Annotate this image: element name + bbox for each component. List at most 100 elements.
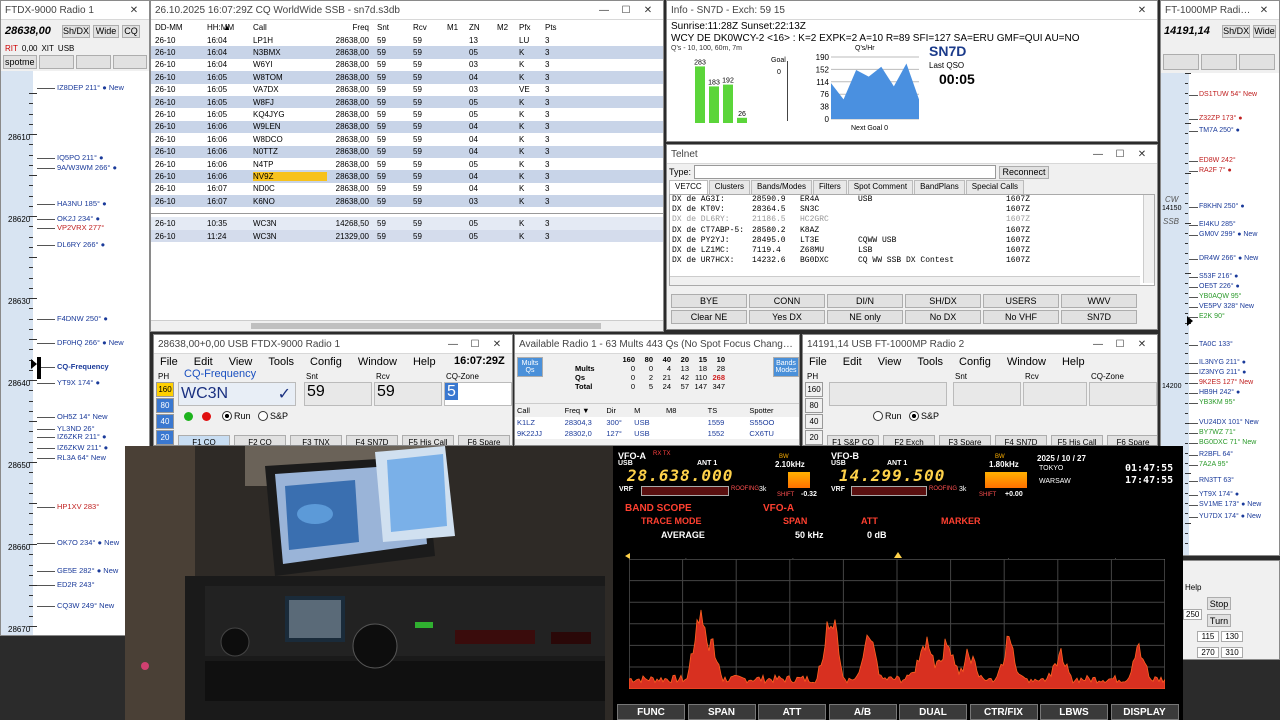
telnet-tab-bandplans[interactable]: BandPlans [914, 180, 965, 194]
bandmap-spot[interactable]: YT9X 174° ● [1199, 491, 1239, 498]
log-row[interactable]: 26-10 16:05 W8FJ 28638,00 59 59 05 K 3 [151, 95, 663, 109]
mults-spot-list[interactable]: K1LZ 28304,3 300° USB 1559 S55OO 9K22JJ 28302,0… [515, 417, 799, 439]
minimize-icon[interactable]: — [1087, 339, 1109, 350]
mults-spot-col-header[interactable]: Freq ▼ [563, 406, 605, 415]
bandmap-spot[interactable]: YB3KM 95° [1199, 399, 1235, 406]
mults-spot-col-header[interactable]: M [632, 406, 664, 415]
bandmap-spot[interactable]: YT9X 174° ● [57, 378, 100, 387]
telnet-button-sh-dx[interactable]: SH/DX [905, 294, 981, 308]
menu-tools[interactable]: Tools [268, 356, 294, 368]
run-radio[interactable]: Run [222, 411, 251, 421]
bandmap-spot[interactable]: DF0HQ 266° ● New [57, 338, 124, 347]
spotme-button[interactable]: spotme [3, 55, 37, 69]
call-input[interactable] [829, 382, 947, 406]
telnet-button-bye[interactable]: BYE [671, 294, 747, 308]
softkey-dual[interactable]: DUAL [899, 704, 967, 720]
bandmap-spot[interactable]: VU24DX 101° New [1199, 419, 1259, 426]
softkey-ctr-fix[interactable]: CTR/FIX [969, 704, 1038, 720]
telnet-button-clear-ne[interactable]: Clear NE [671, 310, 747, 324]
telnet-button-wwv[interactable]: WWV [1061, 294, 1137, 308]
fkey-button-3[interactable]: F3 Spare [939, 435, 991, 445]
close-icon[interactable]: ✕ [1131, 339, 1153, 350]
log-row[interactable]: 26-10 16:05 KQ4JYG 28638,00 59 59 05 K 3 [151, 108, 663, 121]
cq-button[interactable]: CQ [122, 24, 140, 38]
bandmap-spot[interactable]: OK2J 234° ● [57, 214, 100, 223]
log-row[interactable]: 26-10 16:07 K6NO 28638,00 59 59 03 K 3 [151, 195, 663, 208]
telnet-tab-filters[interactable]: Filters [812, 180, 847, 194]
fkey-button-5[interactable]: F5 His Call [1051, 435, 1103, 445]
menu-tools[interactable]: Tools [917, 356, 943, 368]
bandmap-spot[interactable]: 9K2ES 127° New [1199, 379, 1253, 386]
log-row[interactable]: 26-10 16:06 W9LEN 28638,00 59 59 04 K 3 [151, 120, 663, 134]
fkey-button-2[interactable]: F2 CQ [234, 435, 286, 445]
mults-spot-row[interactable]: 9K22JJ 28302,0 127° USB 1552 CX6TU [515, 428, 799, 439]
maximize-icon[interactable]: ☐ [464, 339, 486, 350]
bandmap-spot[interactable]: BG0DXC 71° New [1199, 439, 1256, 446]
menu-file[interactable]: File [160, 356, 178, 368]
bandmap-spot[interactable]: IL3NYG 211° ● [1199, 359, 1246, 366]
log-col-header[interactable]: Pfx [519, 23, 545, 32]
menu-view[interactable]: View [229, 356, 253, 368]
log-col-header[interactable]: Snt [377, 23, 413, 32]
log-row[interactable]: 26-10 16:06 N0TTZ 28638,00 59 59 04 K 3 [151, 145, 663, 158]
log-col-header[interactable]: DD-MM [151, 23, 207, 32]
bandmap-spot[interactable]: F8KHN 250° ● [1199, 203, 1245, 210]
mults-spot-col-header[interactable]: M8 [664, 406, 706, 415]
bandmap-spot[interactable]: IZ8DEP 211° ● New [57, 83, 124, 92]
bandmap-spot[interactable]: CQ-Frequency [57, 362, 109, 371]
mults-spot-row[interactable]: K1LZ 28304,3 300° USB 1559 S55OO [515, 417, 799, 428]
mults-spot-col-header[interactable]: Spotter [747, 406, 799, 415]
log-row[interactable]: 26-10 16:06 NV9Z 28638,00 59 59 04 K 3 [151, 170, 663, 183]
log-row[interactable]: 26-10 16:07 ND0C 28638,00 59 59 04 K 3 [151, 182, 663, 196]
bands-modes-button[interactable]: Bands Modes [773, 357, 799, 377]
bandmap-spot[interactable]: ED8W 242° [1199, 157, 1236, 164]
blank-button[interactable] [1201, 54, 1237, 70]
mults-spot-col-header[interactable]: Call [515, 406, 563, 415]
bandmap-spot[interactable]: GE5E 282° ● New [57, 566, 118, 575]
telnet-vscrollbar[interactable] [1143, 195, 1154, 283]
bandmap-spot[interactable]: IZ6ZKW 211° ● [57, 443, 108, 452]
telnet-tab-special-calls[interactable]: Special Calls [965, 180, 1025, 194]
log-col-header[interactable]: M2 [497, 23, 519, 32]
blank-button[interactable] [1239, 54, 1275, 70]
telnet-tab-bands-modes[interactable]: Bands/Modes [751, 180, 812, 194]
telnet-spot-row[interactable]: DX de LZ1MC: 7119.4 Z68MU LSB 1607Z [670, 246, 1154, 256]
telnet-spot-row[interactable]: DX de PY2YJ: 28495.0 LT3E CQWW USB 1607Z [670, 236, 1154, 246]
run-radio[interactable]: Run [873, 411, 902, 421]
shdx-button[interactable]: Sh/DX [1222, 24, 1251, 38]
log-row[interactable]: 26-10 11:24 WC3N 21329,00 59 59 05 K 3 [151, 229, 663, 243]
close-icon[interactable]: ✕ [1131, 5, 1153, 16]
telnet-button-ne-only[interactable]: NE only [827, 310, 903, 324]
stop-button[interactable]: Stop [1207, 597, 1231, 610]
menu-config[interactable]: Config [959, 356, 991, 368]
telnet-button-sn7d[interactable]: SN7D [1061, 310, 1137, 324]
telnet-tab-ve7cc[interactable]: VE7CC [669, 180, 708, 194]
minimize-icon[interactable]: — [593, 5, 615, 16]
softkey-span[interactable]: SPAN [687, 704, 756, 720]
bandmap-spot[interactable]: TM7A 250° ● [1199, 127, 1240, 134]
bandmap-spot[interactable]: GM0V 299° ● New [1199, 231, 1257, 238]
log-col-header[interactable]: Freq [327, 23, 377, 32]
menu-window[interactable]: Window [358, 356, 397, 368]
bandmap-spot[interactable]: BY7WZ 71° [1199, 429, 1236, 436]
telnet-button-di-n[interactable]: DI/N [827, 294, 903, 308]
band-button-80[interactable]: 80 [805, 398, 823, 413]
telnet-spot-row[interactable]: DX de UR7HCX: 14232.6 BG0DXC CQ WW SSB DX C… [670, 256, 1154, 266]
log-row[interactable]: 26-10 16:04 N3BMX 28638,00 59 59 05 K 3 [151, 46, 663, 59]
softkey-func[interactable]: FUNC [617, 704, 685, 720]
bandmap-spot[interactable]: HP1XV 283° [57, 502, 99, 511]
band-button-20[interactable]: 20 [156, 430, 174, 445]
sp-radio[interactable]: S&P [258, 411, 288, 421]
log-row[interactable]: 26-10 16:04 W6YI 28638,00 59 59 03 K 3 [151, 58, 663, 72]
fkey-button-1[interactable]: F1 S&P CQ [827, 435, 879, 445]
bandmap-spot[interactable]: F4DNW 250° ● [57, 314, 108, 323]
log-row[interactable]: 26-10 16:06 N4TP 28638,00 59 59 05 K 3 [151, 157, 663, 171]
bandmap-spot[interactable]: RL3A 64° New [57, 453, 106, 462]
minimize-icon[interactable]: — [1087, 149, 1109, 160]
log-row[interactable]: 26-10 16:06 W8DCO 28638,00 59 59 04 K 3 [151, 133, 663, 146]
menu-edit[interactable]: Edit [194, 356, 213, 368]
telnet-spot-row[interactable]: DX de KT0V: 28364.5 SN3C 1607Z [670, 205, 1154, 215]
band-button-40[interactable]: 40 [805, 414, 823, 429]
bandmap-spot[interactable]: ED2R 243° [57, 580, 95, 589]
bandmap-spot[interactable]: OH5Z 14° New [57, 412, 108, 421]
